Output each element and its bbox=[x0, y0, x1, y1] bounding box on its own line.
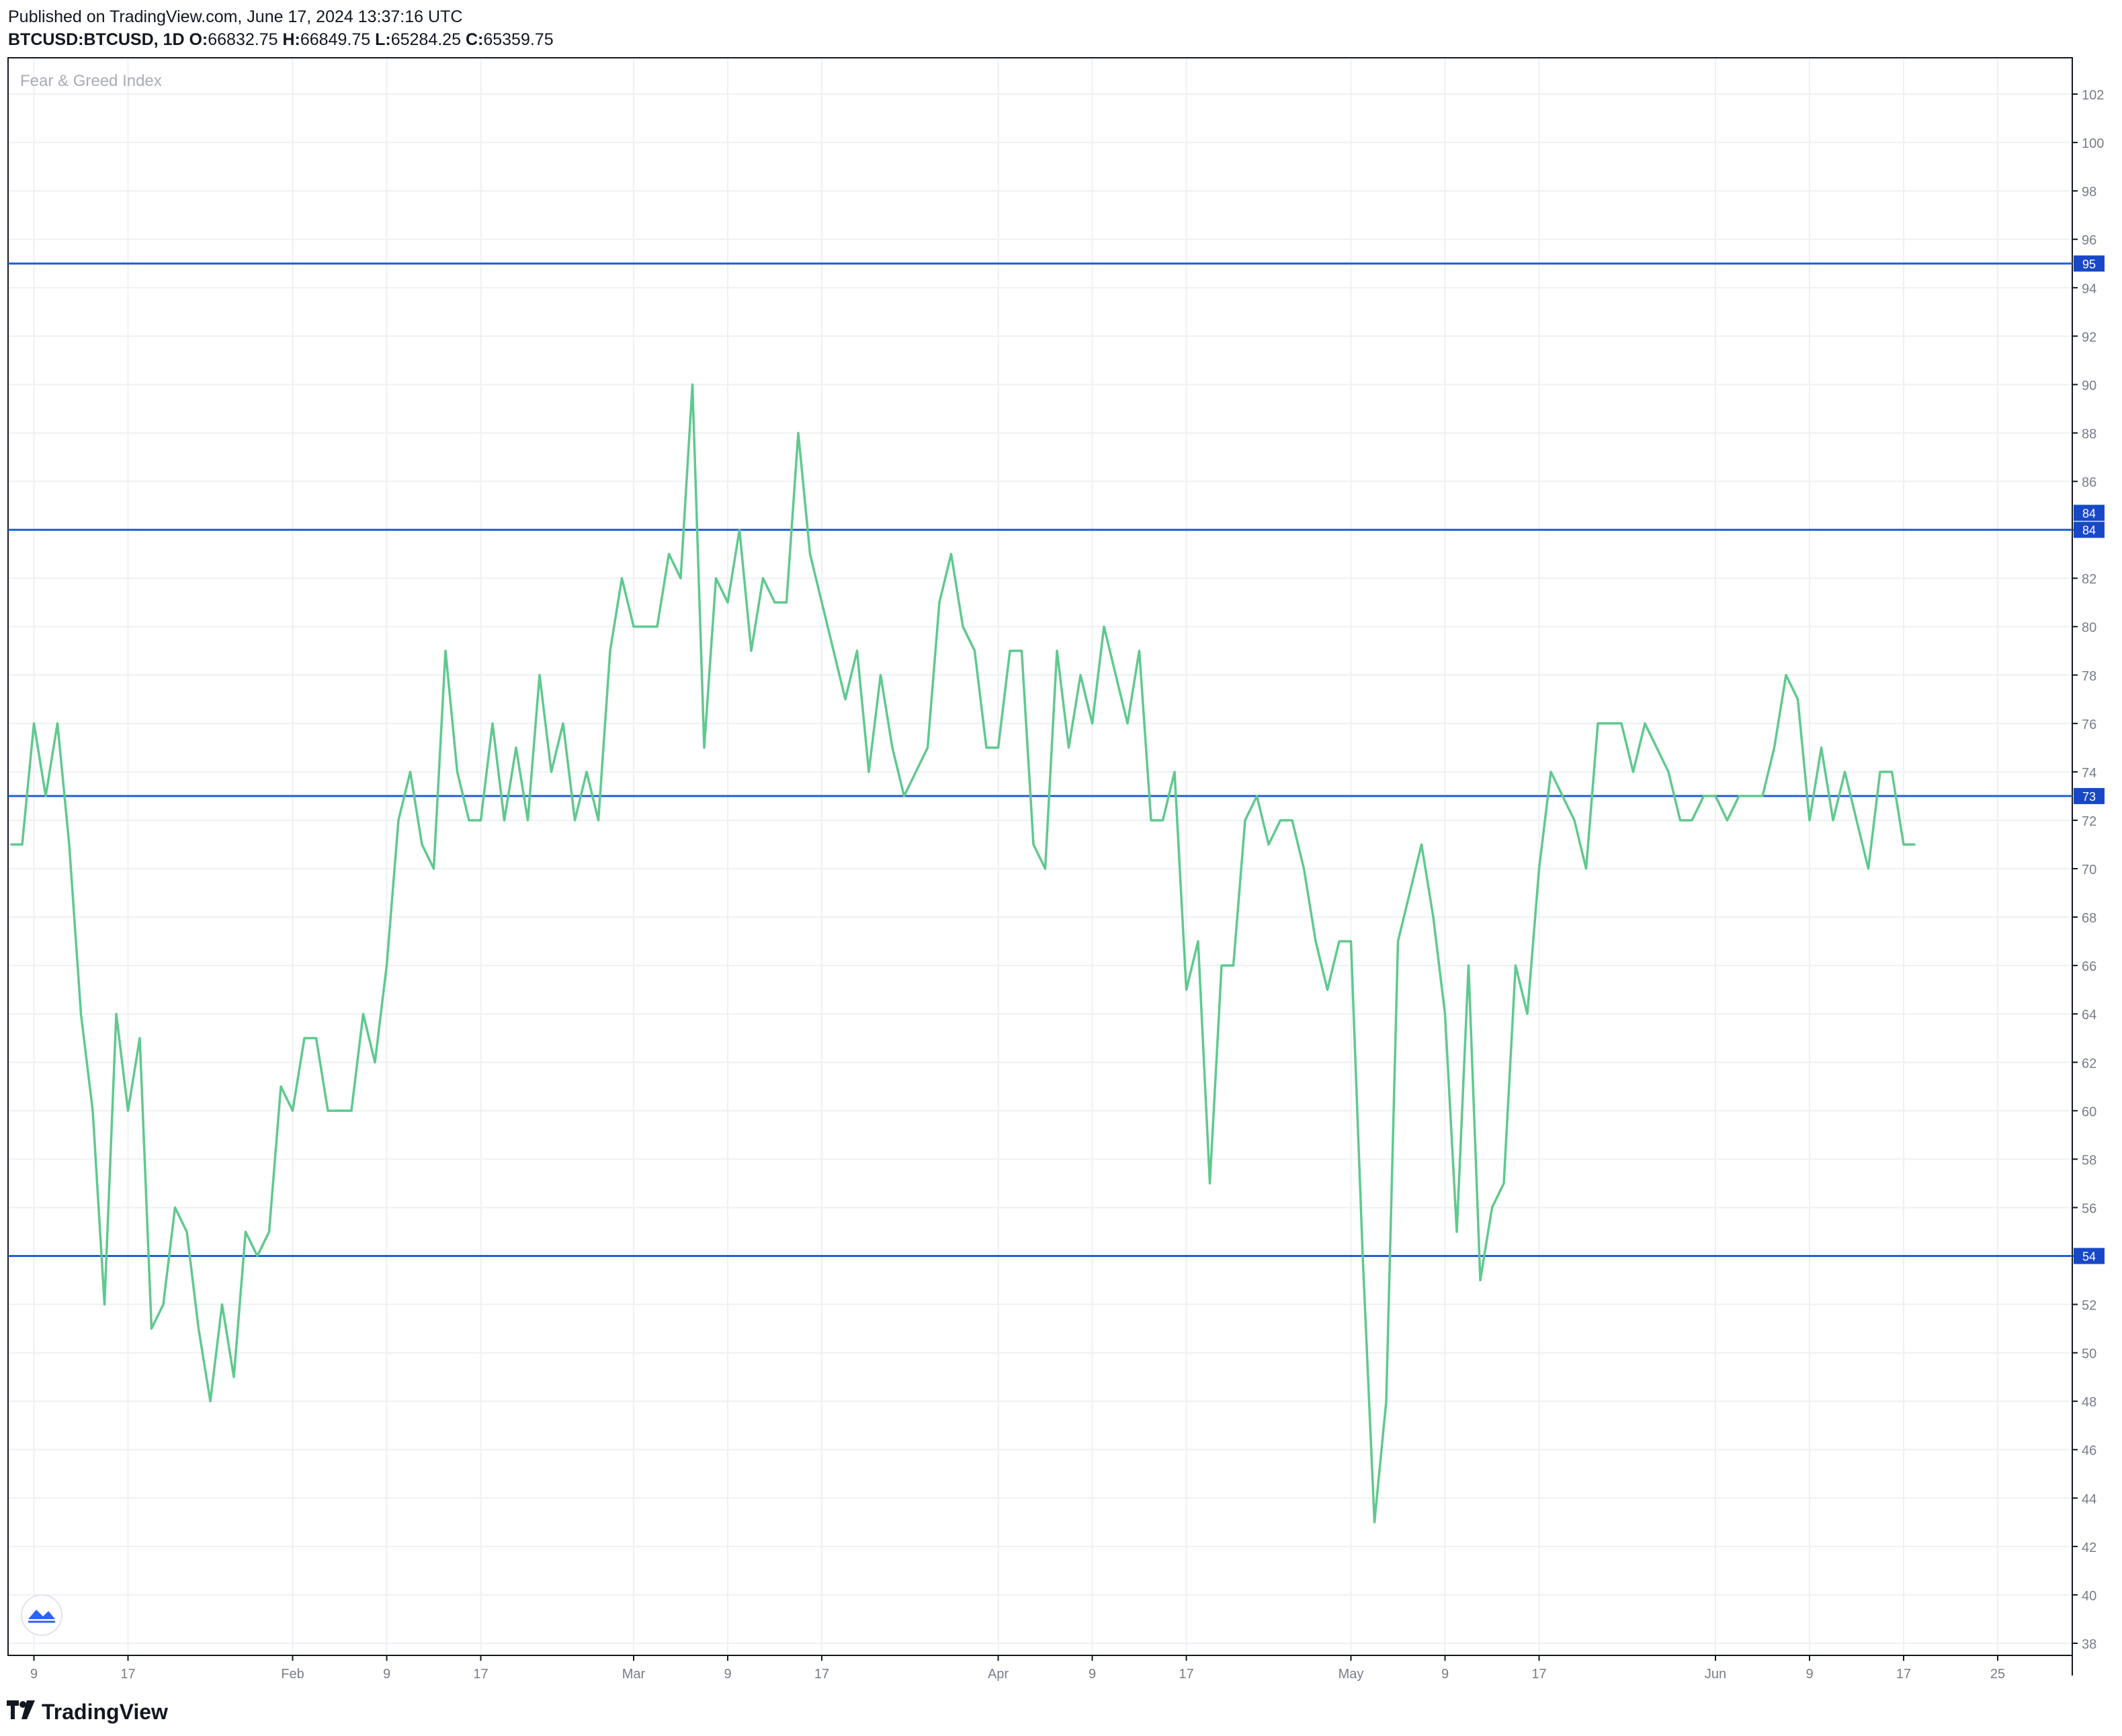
y-tick-label: 40 bbox=[2082, 1589, 2096, 1604]
price-badge-label: 95 bbox=[2082, 257, 2096, 271]
y-tick-label: 96 bbox=[2082, 233, 2096, 248]
y-tick-label: 52 bbox=[2082, 1299, 2096, 1313]
x-tick-label: 9 bbox=[1441, 1667, 1449, 1682]
price-badge: 73 bbox=[2074, 787, 2105, 804]
x-tick-label: 17 bbox=[120, 1667, 135, 1682]
y-tick-label: 90 bbox=[2082, 378, 2096, 393]
x-tick-label: May bbox=[1339, 1667, 1364, 1682]
y-tick-label: 44 bbox=[2082, 1492, 2096, 1507]
x-tick-label: 9 bbox=[30, 1667, 38, 1682]
y-tick-label: 80 bbox=[2082, 621, 2096, 636]
fear-greed-chart[interactable]: 38 40 42 44 46 48 50 52 54 56 58 60 62 64 66 68 70 72 74 76… bbox=[0, 0, 2122, 1736]
price-badge-label: 84 bbox=[2082, 524, 2096, 537]
y-tick-label: 92 bbox=[2082, 330, 2096, 345]
x-tick-label: 9 bbox=[724, 1667, 731, 1682]
y-tick-label: 38 bbox=[2082, 1637, 2096, 1652]
time-axis[interactable]: 9 17 Feb 9 17 Mar 9 17 Apr 9 17 May 9 17 Jun 9 17 25 bbox=[30, 1655, 2005, 1682]
price-badge: 84 bbox=[2074, 505, 2105, 521]
x-tick-label: 9 bbox=[1806, 1667, 1813, 1682]
x-tick-label: Mar bbox=[622, 1667, 646, 1682]
y-tick-label: 42 bbox=[2082, 1540, 2096, 1555]
y-tick-label: 50 bbox=[2082, 1347, 2096, 1362]
price-badge-label: 84 bbox=[2082, 507, 2096, 520]
y-tick-label: 100 bbox=[2082, 136, 2104, 151]
y-tick-label: 94 bbox=[2082, 281, 2096, 296]
y-tick-label: 48 bbox=[2082, 1395, 2096, 1410]
y-tick-label: 70 bbox=[2082, 863, 2096, 877]
tradingview-cloud-icon[interactable] bbox=[21, 1594, 62, 1636]
fear-greed-line bbox=[10, 383, 1916, 1524]
x-tick-label: Jun bbox=[1705, 1667, 1726, 1682]
y-tick-label: 66 bbox=[2082, 959, 2096, 974]
y-tick-label: 98 bbox=[2082, 185, 2096, 200]
price-axis[interactable]: 38 40 42 44 46 48 50 52 54 56 58 60 62 64 66 68 70 72 74 76… bbox=[2072, 88, 2104, 1652]
y-tick-label: 86 bbox=[2082, 476, 2096, 490]
x-tick-label: 17 bbox=[1179, 1667, 1193, 1682]
footer-logo[interactable]: TradingView bbox=[7, 1700, 168, 1725]
x-tick-label: 9 bbox=[383, 1667, 390, 1682]
horizontal-lines[interactable] bbox=[8, 262, 2072, 1257]
y-tick-label: 76 bbox=[2082, 718, 2096, 732]
x-tick-label: Apr bbox=[988, 1667, 1009, 1682]
price-badge-label: 54 bbox=[2082, 1250, 2096, 1264]
x-tick-label: 25 bbox=[1990, 1667, 2005, 1682]
y-tick-label: 62 bbox=[2082, 1056, 2096, 1071]
x-tick-label: Feb bbox=[281, 1667, 304, 1682]
y-tick-label: 56 bbox=[2082, 1201, 2096, 1216]
y-tick-label: 78 bbox=[2082, 669, 2096, 684]
price-badge: 95 bbox=[2074, 255, 2105, 272]
y-tick-label: 72 bbox=[2082, 814, 2096, 829]
y-tick-label: 88 bbox=[2082, 427, 2096, 441]
tradingview-logo-icon bbox=[7, 1700, 36, 1725]
series-layer[interactable] bbox=[10, 383, 1916, 1524]
x-tick-label: 9 bbox=[1089, 1667, 1096, 1682]
x-tick-label: 17 bbox=[1531, 1667, 1546, 1682]
price-badge-label: 73 bbox=[2082, 790, 2096, 804]
y-tick-label: 102 bbox=[2082, 88, 2104, 103]
y-tick-label: 46 bbox=[2082, 1444, 2096, 1459]
y-tick-label: 68 bbox=[2082, 911, 2096, 926]
y-tick-label: 74 bbox=[2082, 766, 2096, 781]
x-tick-label: 17 bbox=[1896, 1667, 1911, 1682]
x-tick-label: 17 bbox=[473, 1667, 488, 1682]
y-tick-label: 60 bbox=[2082, 1104, 2096, 1119]
price-badge: 54 bbox=[2074, 1248, 2105, 1264]
chart-title: Fear & Greed Index bbox=[20, 72, 162, 90]
y-tick-label: 58 bbox=[2082, 1153, 2096, 1168]
y-tick-label: 82 bbox=[2082, 572, 2096, 587]
y-tick-label: 64 bbox=[2082, 1008, 2096, 1023]
footer-brand: TradingView bbox=[42, 1700, 168, 1724]
x-tick-label: 17 bbox=[814, 1667, 829, 1682]
price-badge: 84 bbox=[2074, 521, 2105, 538]
